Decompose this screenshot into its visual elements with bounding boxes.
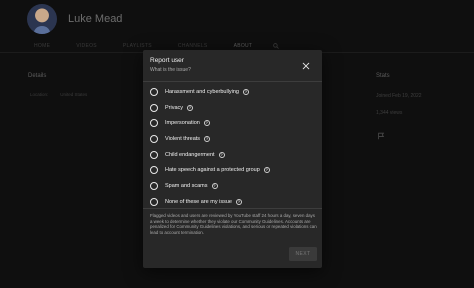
- help-circle-icon[interactable]: ?: [203, 120, 210, 127]
- details-location-value: United States: [60, 92, 88, 97]
- tab-videos[interactable]: VIDEOS: [76, 43, 97, 49]
- footer-divider: [143, 208, 322, 209]
- option-label: Harassment and cyberbullying: [165, 88, 239, 95]
- option-label: Hate speech against a protected group: [165, 167, 260, 174]
- close-button[interactable]: [299, 59, 313, 73]
- disclaimer-text: Flagged videos and users are reviewed by…: [150, 213, 317, 235]
- radio-button[interactable]: [150, 87, 158, 96]
- stats-heading: Stats: [376, 73, 390, 79]
- help-circle-icon[interactable]: ?: [235, 198, 242, 205]
- option-label: Privacy: [165, 104, 184, 111]
- radio-button[interactable]: [150, 197, 158, 206]
- option-privacy[interactable]: Privacy ?: [150, 100, 315, 116]
- tab-channels[interactable]: CHANNELS: [178, 43, 208, 49]
- help-circle-icon[interactable]: ?: [187, 104, 194, 111]
- radio-button[interactable]: [150, 134, 158, 143]
- help-circle-icon[interactable]: ?: [218, 151, 225, 158]
- channel-name: Luke Mead: [68, 13, 123, 25]
- option-hate-speech[interactable]: Hate speech against a protected group ?: [150, 162, 315, 178]
- report-options-list: Harassment and cyberbullying ? Privacy ?…: [150, 84, 315, 210]
- option-spam-scams[interactable]: Spam and scams ?: [150, 178, 315, 194]
- channel-tabs: HOME VIDEOS PLAYLISTS CHANNELS ABOUT: [34, 43, 252, 49]
- details-location-label: Location:: [30, 92, 49, 97]
- radio-button[interactable]: [150, 103, 158, 112]
- radio-button[interactable]: [150, 166, 158, 175]
- help-circle-icon[interactable]: ?: [211, 182, 218, 189]
- dialog-subtitle: What is the issue?: [150, 67, 191, 73]
- avatar[interactable]: [27, 4, 57, 34]
- option-label: Child endangerment: [165, 151, 215, 158]
- stats-views: 1,344 views: [376, 110, 403, 116]
- tab-about[interactable]: ABOUT: [234, 43, 253, 49]
- option-impersonation[interactable]: Impersonation ?: [150, 115, 315, 131]
- help-circle-icon[interactable]: ?: [263, 167, 270, 174]
- stats-joined: Joined Feb 19, 2022: [376, 93, 422, 99]
- option-child-endangerment[interactable]: Child endangerment ?: [150, 147, 315, 163]
- option-violent-threats[interactable]: Violent threats ?: [150, 131, 315, 147]
- tab-playlists[interactable]: PLAYLISTS: [123, 43, 152, 49]
- header-divider: [143, 81, 322, 82]
- option-harassment[interactable]: Harassment and cyberbullying ?: [150, 84, 315, 100]
- help-circle-icon[interactable]: ?: [204, 135, 211, 142]
- option-label: None of these are my issue: [165, 198, 232, 205]
- close-icon: [302, 57, 310, 75]
- radio-button[interactable]: [150, 150, 158, 159]
- next-button[interactable]: NEXT: [289, 247, 317, 261]
- radio-button[interactable]: [150, 119, 158, 128]
- details-location-row: Location: United States: [30, 92, 87, 97]
- option-label: Violent threats: [165, 135, 201, 142]
- radio-button[interactable]: [150, 181, 158, 190]
- tab-home[interactable]: HOME: [34, 43, 50, 49]
- dialog-title: Report user: [150, 57, 184, 64]
- help-circle-icon[interactable]: ?: [242, 88, 249, 95]
- option-label: Spam and scams: [165, 182, 208, 189]
- option-label: Impersonation: [165, 120, 200, 127]
- details-heading: Details: [28, 73, 47, 79]
- report-user-dialog: Report user What is the issue? Harassmen…: [143, 50, 322, 268]
- flag-icon[interactable]: [377, 127, 385, 140]
